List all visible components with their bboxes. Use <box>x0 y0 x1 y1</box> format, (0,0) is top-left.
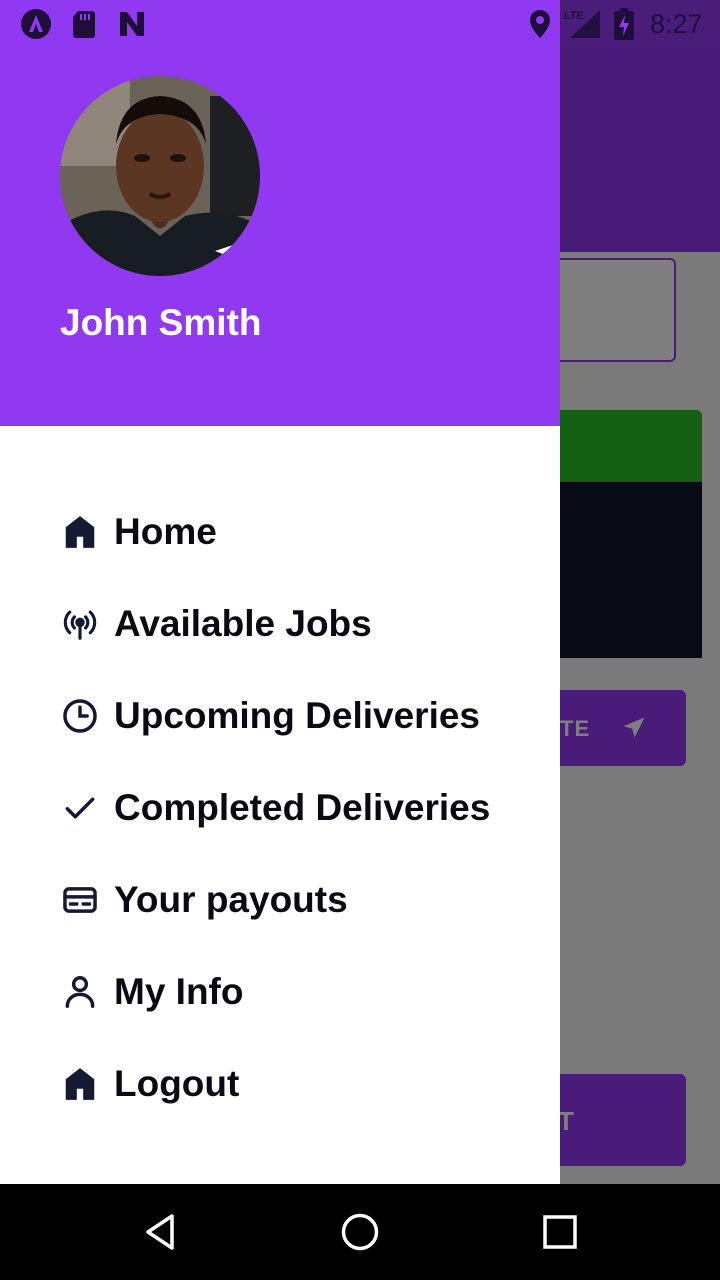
avatar[interactable] <box>60 76 260 276</box>
menu-item-available-jobs[interactable]: Available Jobs <box>60 594 530 654</box>
recents-button[interactable] <box>536 1208 584 1256</box>
menu-item-your-payouts[interactable]: Your payouts <box>60 870 530 930</box>
svg-text:LTE: LTE <box>564 10 584 22</box>
battery-charging-icon <box>614 8 634 40</box>
menu-item-label: Available Jobs <box>114 603 372 644</box>
recents-icon <box>543 1215 577 1249</box>
menu-item-label: Completed Deliveries <box>114 787 491 828</box>
navigation-drawer: John Smith Home Available Jobs Upcoming … <box>0 48 560 1184</box>
profile-photo <box>60 76 260 276</box>
menu-item-my-info[interactable]: My Info <box>60 962 530 1022</box>
menu-item-home[interactable]: Home <box>60 502 530 562</box>
menu-item-label: Home <box>114 511 217 552</box>
menu-item-label: Logout <box>114 1063 240 1104</box>
clock-icon <box>60 696 100 736</box>
status-time: 8:27 <box>650 9 703 39</box>
broadcast-icon <box>60 604 100 644</box>
menu-item-completed-deliveries[interactable]: Completed Deliveries <box>60 778 530 838</box>
user-name: John Smith <box>60 302 262 343</box>
check-icon <box>60 788 100 828</box>
home-icon <box>60 1064 100 1104</box>
system-navigation-bar <box>0 1184 720 1280</box>
back-button[interactable] <box>136 1208 184 1256</box>
sd-card-icon <box>73 11 95 38</box>
status-bar: LTE 8:27 <box>0 0 720 48</box>
n-logo-icon <box>120 12 144 36</box>
back-icon <box>146 1214 174 1250</box>
menu-item-label: My Info <box>114 971 244 1012</box>
home-circle-icon <box>341 1213 379 1251</box>
home-button[interactable] <box>336 1208 384 1256</box>
signal-lte-icon: LTE <box>564 10 600 38</box>
menu-item-label: Upcoming Deliveries <box>114 695 481 736</box>
home-icon <box>60 512 100 552</box>
person-icon <box>60 972 100 1012</box>
drawer-header: John Smith <box>0 48 560 426</box>
menu-item-upcoming-deliveries[interactable]: Upcoming Deliveries <box>60 686 530 746</box>
credit-card-icon <box>60 880 100 920</box>
location-pin-icon <box>530 10 550 38</box>
menu-item-logout[interactable]: Logout <box>60 1054 530 1114</box>
app-a-icon <box>21 9 51 39</box>
menu-item-label: Your payouts <box>114 879 348 920</box>
